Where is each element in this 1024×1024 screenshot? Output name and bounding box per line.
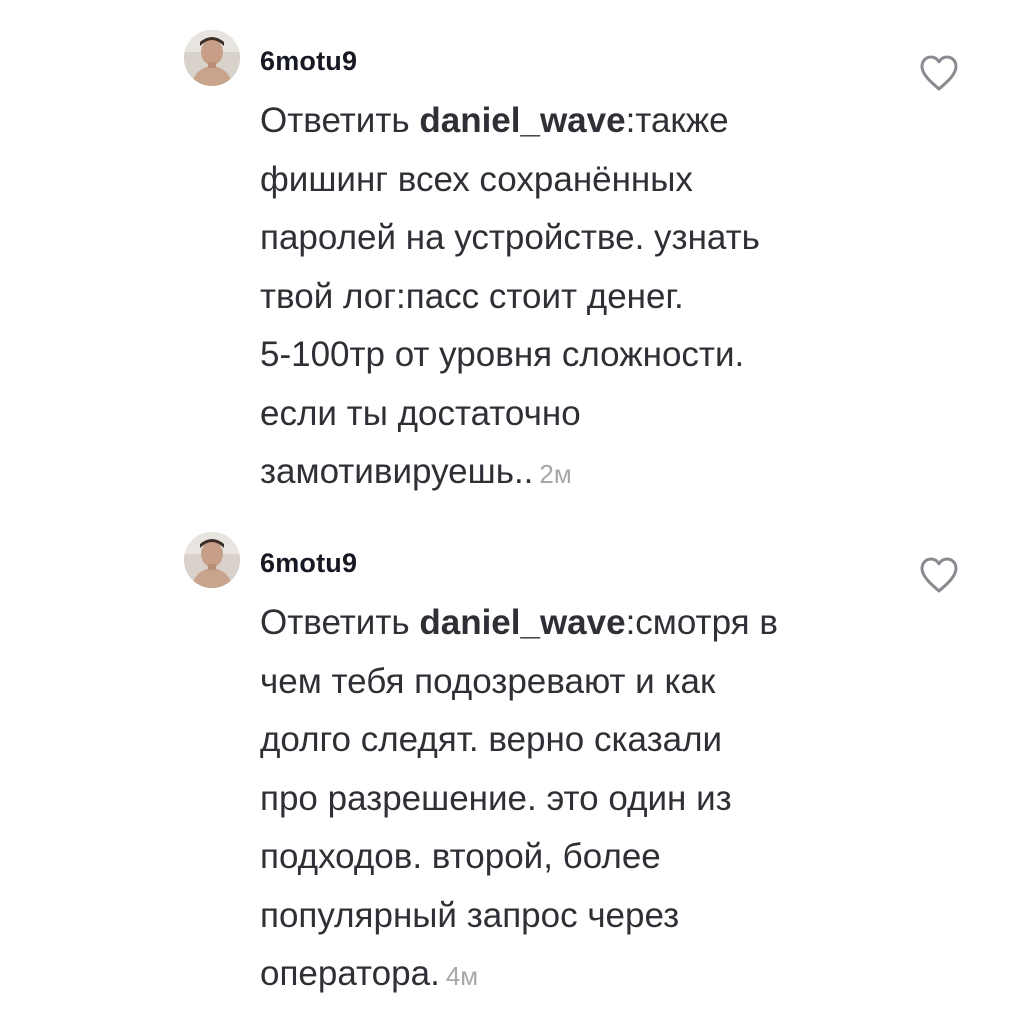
comment-text: Ответить daniel_wave:также фишинг всех со… [260,92,880,504]
comment-username[interactable]: 6motu9 [260,46,357,77]
comment-line: чем тебя подозревают и как [260,661,716,701]
comment-line: если ты достаточно [260,393,581,433]
comment-line: :смотря в [625,603,778,642]
mention-link[interactable]: daniel_wave [419,101,625,140]
comment-line: долго следят. верно сказали [260,720,723,759]
comment-username[interactable]: 6motu9 [260,548,357,579]
comment-line: замотивируешь.. [260,452,534,491]
comment-line: :также [625,101,729,140]
comment-line: популярный запрос через [260,895,680,935]
comment-line: твой лог:пасс стоит денег. [260,276,684,316]
comment-line: оператора. [260,954,440,993]
heart-outline-icon[interactable] [914,48,964,98]
user-avatar-icon[interactable] [184,532,240,588]
comment-line: про разрешение. это один из [260,778,732,818]
reply-prefix: Ответить [260,603,420,642]
comment-line: паролей на устройстве. узнать [260,218,760,257]
comment-line: подходов. второй, более [260,837,661,876]
comment-line: фишинг всех сохранённых [260,159,693,199]
comment-text: Ответить daniel_wave:смотря в чем тебя по… [260,594,880,1006]
heart-outline-icon[interactable] [914,550,964,600]
comment-line: 5-100тр от уровня сложности. [260,335,745,374]
user-avatar-icon[interactable] [184,30,240,86]
comment-timestamp: 2м [539,459,572,489]
mention-link[interactable]: daniel_wave [419,603,625,642]
comment-timestamp: 4м [445,961,479,991]
reply-prefix: Ответить [260,101,420,140]
